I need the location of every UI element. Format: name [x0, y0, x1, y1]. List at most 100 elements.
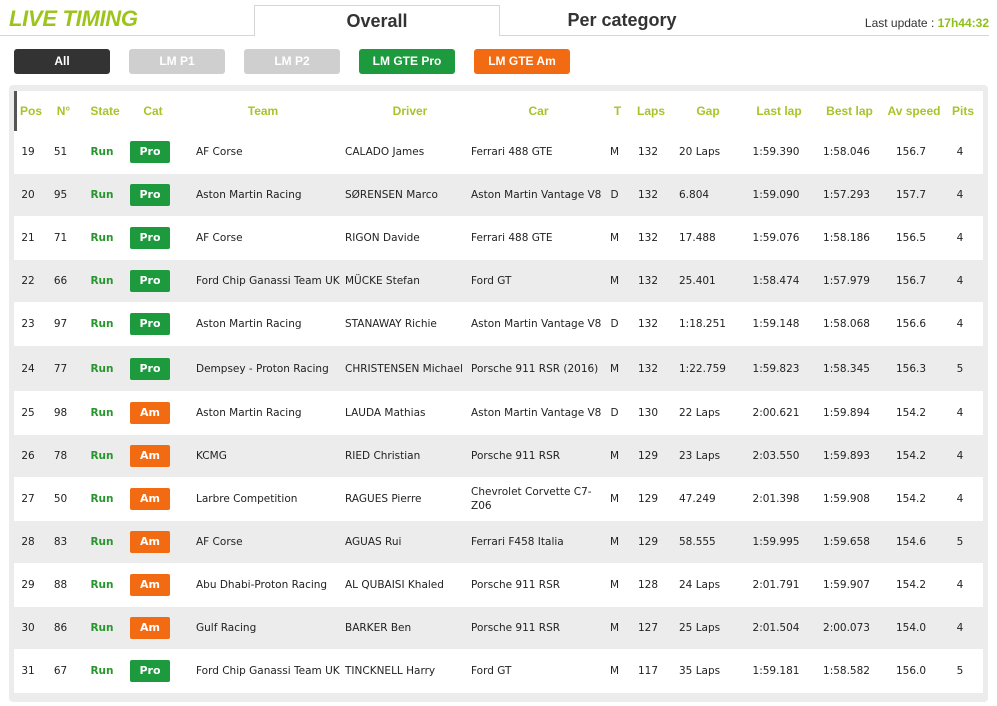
cell-best-lap-text: 1:59.658 [823, 536, 870, 548]
col-last-lap-header[interactable]: Last lap [744, 91, 814, 131]
filter-lm-gte-am-button[interactable]: LM GTE Am [474, 49, 570, 74]
col-laps-header[interactable]: Laps [630, 91, 672, 131]
filter-lm-gte-pro-button[interactable]: LM GTE Pro [359, 49, 455, 74]
col-tyre-header[interactable]: T [605, 91, 630, 131]
cell-gap: 1:18.251 [679, 303, 741, 345]
cell-gap-text: 22 Laps [679, 407, 721, 419]
cell-state: Run [79, 260, 125, 302]
cell-pits-text: 5 [956, 536, 964, 548]
cell-best-lap: 1:59.658 [811, 521, 882, 563]
cell-number-text: 51 [53, 146, 68, 158]
filter-lmp2-button[interactable]: LM P2 [244, 49, 340, 74]
cell-av-speed: 154.6 [882, 521, 940, 563]
cell-number-text: 50 [53, 493, 68, 505]
cell-pits: 4 [940, 478, 980, 520]
cell-gap-text: 25 Laps [679, 622, 721, 634]
category-badge: Am [130, 617, 170, 639]
tab-overall[interactable]: Overall [254, 5, 500, 36]
cell-driver-text: AGUAS Rui [345, 536, 402, 548]
cell-gap: 47.249 [679, 478, 741, 520]
cell-tyre-text: M [609, 536, 620, 548]
table-row: 25 98 Run Am Aston Martin Racing LAUDA Mathia… [14, 392, 983, 435]
col-car-header[interactable]: Car [472, 91, 605, 131]
category-badge: Am [130, 445, 170, 467]
cell-car: Porsche 911 RSR (2016) [471, 346, 602, 391]
cell-state: Run [79, 131, 125, 173]
tab-per-category[interactable]: Per category [502, 5, 742, 36]
cell-best-lap-text: 1:59.908 [823, 493, 870, 505]
cell-gap: 35 Laps [679, 650, 741, 692]
category-badge: Pro [130, 660, 170, 682]
cell-team: Dempsey - Proton Racing [196, 346, 345, 391]
col-gap-header[interactable]: Gap [672, 91, 744, 131]
cell-tyre: D [602, 303, 627, 345]
cell-number-text: 78 [53, 450, 68, 462]
cell-team: Larbre Competition [196, 478, 345, 520]
table-row: 26 78 Run Am KCMG RIED Christian Porsche 911 R… [14, 435, 983, 478]
cell-laps-text: 127 [637, 622, 659, 634]
cell-team: Gulf Racing [196, 607, 345, 649]
cell-team-text: Gulf Racing [196, 622, 257, 634]
cell-cat: Am [125, 564, 175, 606]
cell-pos-text: 19 [21, 146, 35, 158]
cell-state: Run [79, 650, 125, 692]
cell-number: 97 [42, 303, 79, 345]
cell-best-lap-text: 1:58.068 [823, 318, 870, 330]
cell-driver: RAGUES Pierre [345, 478, 469, 520]
filter-lmp1-button[interactable]: LM P1 [129, 49, 225, 74]
col-pos-header[interactable]: Pos [17, 91, 45, 131]
cell-state-text: Run [90, 189, 114, 201]
cell-tyre: M [602, 607, 627, 649]
cell-state-text: Run [90, 536, 114, 548]
col-team-header[interactable]: Team [178, 91, 348, 131]
cell-car: Ford GT [471, 650, 602, 692]
cell-number: 86 [42, 607, 79, 649]
cell-pos: 27 [14, 478, 42, 520]
col-driver-header[interactable]: Driver [348, 91, 472, 131]
cell-state-text: Run [90, 232, 114, 244]
header: LIVE TIMING Overall Per category Last up… [0, 0, 997, 38]
cell-number: 71 [42, 217, 79, 259]
cell-pits-text: 5 [956, 362, 964, 375]
cell-laps: 132 [627, 217, 669, 259]
live-timing-logo: LIVE TIMING [9, 6, 138, 31]
col-av-speed-header[interactable]: Av speed [885, 91, 943, 131]
cell-number: 50 [42, 478, 79, 520]
cell-pos-text: 25 [21, 407, 35, 419]
cell-tyre-text: M [609, 232, 620, 244]
cell-driver-text: MÜCKE Stefan [345, 275, 420, 287]
cell-team: KCMG [196, 435, 345, 477]
cell-state: Run [79, 217, 125, 259]
cell-gap: 25.401 [679, 260, 741, 302]
cell-best-lap: 1:57.293 [811, 174, 882, 216]
col-number-header[interactable]: N° [45, 91, 82, 131]
cell-av-speed: 154.2 [882, 392, 940, 434]
cell-car: Chevrolet Corvette C7-Z06 [471, 478, 602, 520]
cell-pits: 5 [940, 521, 980, 563]
col-cat-header[interactable]: Cat [128, 91, 178, 131]
cell-pits: 4 [940, 217, 980, 259]
col-pits-header[interactable]: Pits [943, 91, 983, 131]
cell-best-lap: 1:58.345 [811, 346, 882, 391]
cell-pits-text: 4 [956, 232, 964, 244]
cell-car: Aston Martin Vantage V8 [471, 392, 602, 434]
cell-car-text: Porsche 911 RSR (2016) [471, 362, 599, 375]
cell-last-lap-text: 1:59.090 [752, 189, 800, 201]
filter-all-button[interactable]: All [14, 49, 110, 74]
cell-driver: RIGON Davide [345, 217, 469, 259]
cell-tyre: M [602, 478, 627, 520]
col-best-lap-header[interactable]: Best lap [814, 91, 885, 131]
category-badge: Am [130, 574, 170, 596]
cell-pits: 4 [940, 435, 980, 477]
cell-pits-text: 4 [956, 146, 964, 158]
cell-cat: Pro [125, 346, 175, 391]
table-row: 22 66 Run Pro Ford Chip Ganassi Team UK MÜCKE… [14, 260, 983, 303]
cell-pos-text: 23 [21, 318, 35, 330]
cell-pos: 19 [14, 131, 42, 173]
cell-car-text: Ferrari 488 GTE [471, 232, 553, 244]
cell-av-speed: 156.7 [882, 260, 940, 302]
cell-pos: 21 [14, 217, 42, 259]
col-state-header[interactable]: State [82, 91, 128, 131]
cell-car-text: Aston Martin Vantage V8 [471, 318, 602, 330]
cell-laps-text: 129 [637, 536, 659, 548]
